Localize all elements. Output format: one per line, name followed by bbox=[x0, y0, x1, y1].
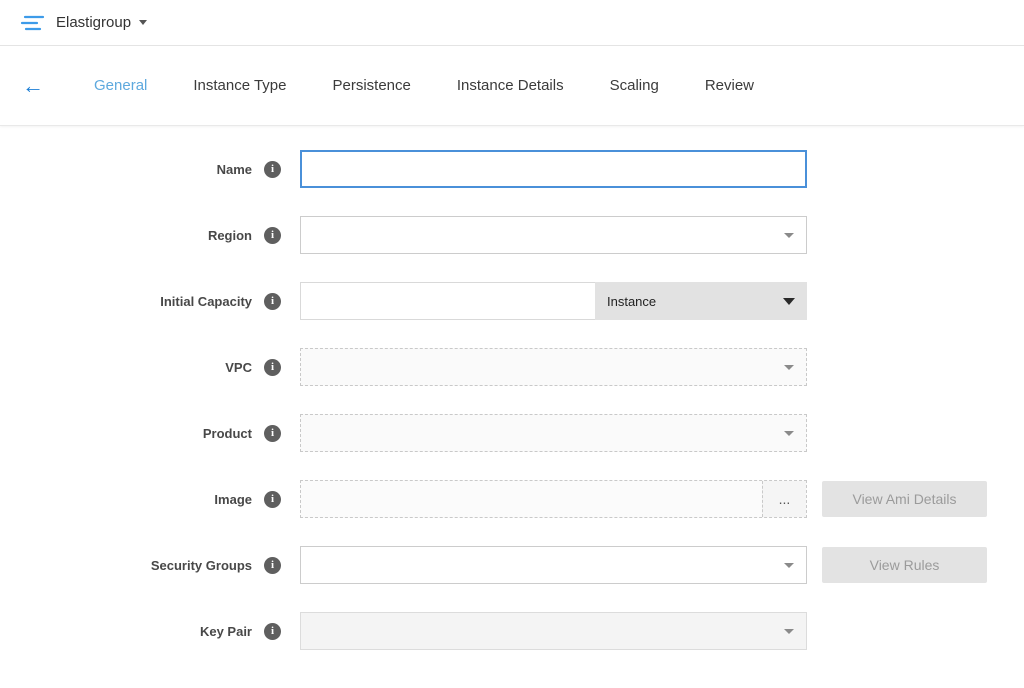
key-pair-select[interactable] bbox=[300, 612, 807, 650]
app-title: Elastigroup bbox=[56, 14, 131, 31]
chevron-down-icon bbox=[784, 233, 794, 238]
wizard-tabs: General Instance Type Persistence Instan… bbox=[94, 77, 754, 94]
chevron-down-icon bbox=[784, 629, 794, 634]
tab-review[interactable]: Review bbox=[705, 77, 754, 94]
wizard-tab-bar: ← General Instance Type Persistence Inst… bbox=[0, 46, 1024, 126]
top-bar: Elastigroup bbox=[0, 0, 1024, 46]
region-label: Region bbox=[208, 228, 252, 243]
back-arrow-icon[interactable]: ← bbox=[22, 75, 44, 97]
capacity-unit-value: Instance bbox=[607, 294, 656, 309]
info-icon[interactable]: i bbox=[264, 491, 281, 508]
info-icon[interactable]: i bbox=[264, 161, 281, 178]
form-row-key-pair: Key Pair i bbox=[0, 612, 1024, 650]
tab-persistence[interactable]: Persistence bbox=[333, 77, 411, 94]
name-label: Name bbox=[217, 162, 252, 177]
capacity-unit-select[interactable]: Instance bbox=[595, 282, 807, 320]
view-rules-button[interactable]: View Rules bbox=[822, 547, 987, 583]
form-row-initial-capacity: Initial Capacity i Instance bbox=[0, 282, 1024, 320]
image-browse-button[interactable]: ... bbox=[762, 481, 806, 517]
info-icon[interactable]: i bbox=[264, 557, 281, 574]
image-label: Image bbox=[214, 492, 252, 507]
form-row-vpc: VPC i bbox=[0, 348, 1024, 386]
info-icon[interactable]: i bbox=[264, 293, 281, 310]
chevron-down-icon bbox=[784, 431, 794, 436]
region-select[interactable] bbox=[300, 216, 807, 254]
form-row-name: Name i bbox=[0, 150, 1024, 188]
tab-instance-details[interactable]: Instance Details bbox=[457, 77, 564, 94]
chevron-down-icon bbox=[784, 365, 794, 370]
product-label: Product bbox=[203, 426, 252, 441]
form-row-product: Product i bbox=[0, 414, 1024, 452]
security-groups-label: Security Groups bbox=[151, 558, 252, 573]
initial-capacity-input[interactable] bbox=[300, 282, 595, 320]
tab-instance-type[interactable]: Instance Type bbox=[193, 77, 286, 94]
tab-scaling[interactable]: Scaling bbox=[610, 77, 659, 94]
general-settings-form: Name i Region i Initial Capacity i Inst bbox=[0, 126, 1024, 650]
image-input-group: ... bbox=[300, 480, 807, 518]
chevron-down-icon bbox=[783, 298, 795, 305]
key-pair-label: Key Pair bbox=[200, 624, 252, 639]
app-switcher-caret-icon[interactable] bbox=[139, 20, 147, 25]
security-groups-select[interactable] bbox=[300, 546, 807, 584]
initial-capacity-label: Initial Capacity bbox=[160, 294, 252, 309]
tab-general[interactable]: General bbox=[94, 77, 147, 94]
info-icon[interactable]: i bbox=[264, 623, 281, 640]
name-input[interactable] bbox=[300, 150, 807, 188]
product-select bbox=[300, 414, 807, 452]
form-row-image: Image i ... View Ami Details bbox=[0, 480, 1024, 518]
elastigroup-logo-icon bbox=[20, 13, 46, 33]
form-row-region: Region i bbox=[0, 216, 1024, 254]
vpc-label: VPC bbox=[225, 360, 252, 375]
vpc-select bbox=[300, 348, 807, 386]
info-icon[interactable]: i bbox=[264, 359, 281, 376]
info-icon[interactable]: i bbox=[264, 227, 281, 244]
info-icon[interactable]: i bbox=[264, 425, 281, 442]
view-ami-details-button[interactable]: View Ami Details bbox=[822, 481, 987, 517]
form-row-security-groups: Security Groups i View Rules bbox=[0, 546, 1024, 584]
image-input[interactable] bbox=[301, 481, 762, 517]
chevron-down-icon bbox=[784, 563, 794, 568]
